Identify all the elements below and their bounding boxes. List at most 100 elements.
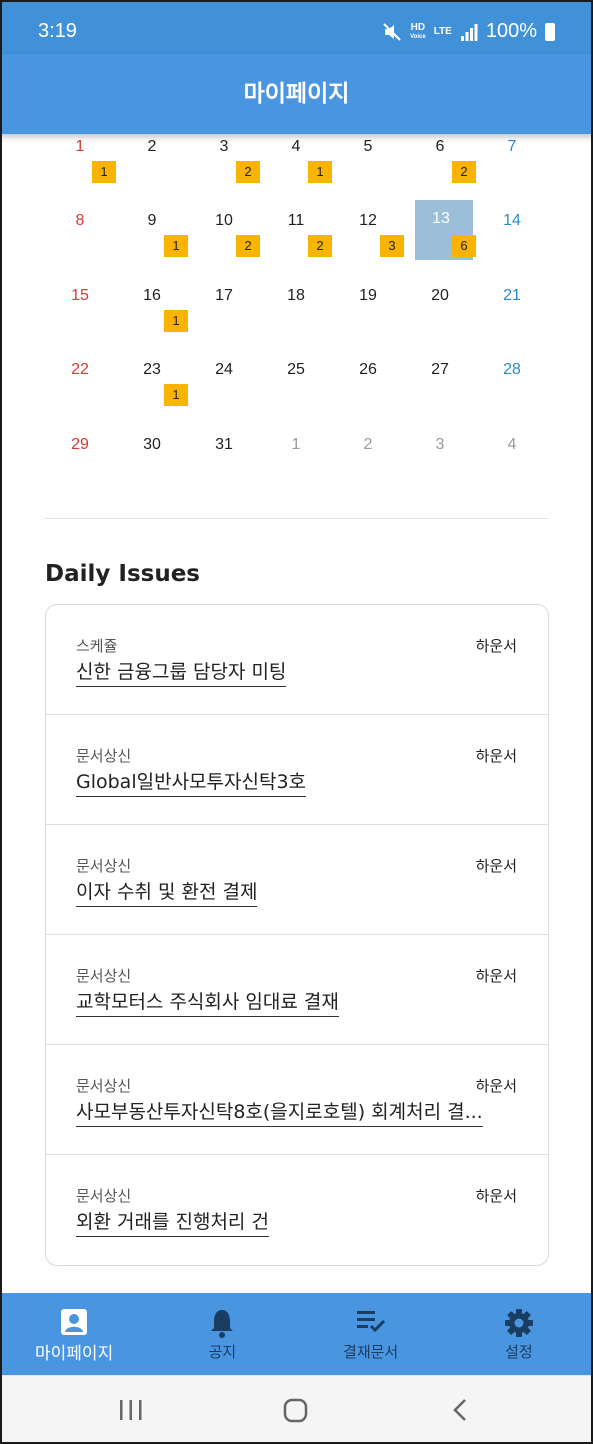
calendar-day[interactable]: 26 [332,357,404,431]
calendar-day-number: 25 [287,361,305,378]
calendar-day[interactable]: 7 [476,134,548,208]
hd-voice-indicator: HD Voice [410,21,426,41]
calendar-day[interactable]: 32 [188,134,260,208]
calendar-day[interactable]: 15 [44,283,116,357]
issue-item[interactable]: 스케쥴 하운서 신한 금융그룹 담당자 미팅 [46,605,548,715]
calendar-day[interactable]: 30 [116,432,188,506]
hd-label: HD [410,21,426,33]
calendar-day[interactable]: 11 [44,134,116,208]
signal-icon [460,23,478,41]
issue-title-link[interactable]: 이자 수취 및 환전 결제 [76,877,258,907]
calendar-day[interactable]: 14 [476,208,548,282]
calendar-day[interactable]: 21 [476,283,548,357]
calendar-day[interactable]: 18 [260,283,332,357]
divider [44,518,549,519]
calendar-day[interactable]: 8 [44,208,116,282]
event-count-badge: 2 [236,161,260,183]
calendar-day[interactable]: 2 [332,432,404,506]
calendar-day[interactable]: 29 [44,432,116,506]
calendar-day[interactable]: 1 [260,432,332,506]
mute-icon [383,22,401,41]
calendar-day[interactable]: 24 [188,357,260,431]
calendar-day[interactable]: 31 [188,432,260,506]
issue-title-link[interactable]: 외환 거래를 진행처리 건 [76,1207,269,1237]
status-icons: HD Voice LTE 100% [382,20,555,43]
calendar-day[interactable]: 91 [116,208,188,282]
calendar-day-number: 2 [363,436,373,453]
recent-apps-icon[interactable] [111,1394,151,1428]
calendar-day-number: 7 [507,138,517,155]
event-count-badge: 6 [452,235,476,257]
calendar-day[interactable]: 10 2 [188,208,260,282]
calendar-day[interactable]: 27 [404,357,476,431]
calendar-day[interactable]: 20 [404,283,476,357]
calendar-day[interactable]: 11 2 [260,208,332,282]
calendar-day[interactable]: 13 6 [404,200,476,282]
calendar-day-number: 26 [359,361,377,378]
event-count-badge: 1 [164,384,188,406]
calendar-day-number: 29 [71,436,89,453]
calendar-day[interactable]: 2 [116,134,188,208]
event-count-badge: 3 [380,235,404,257]
status-time: 3:19 [38,20,77,42]
issue-item[interactable]: 문서상신 하운서 이자 수취 및 환전 결제 [46,825,548,935]
issue-category: 문서상신 [76,967,132,985]
calendar-day[interactable]: 17 [188,283,260,357]
issue-title-link[interactable]: 교학모터스 주식회사 임대료 결재 [76,987,339,1017]
nav-item-mypage[interactable]: 마이페이지 [0,1293,148,1375]
calendar-day[interactable]: 22 [44,357,116,431]
calendar-day[interactable]: 19 [332,283,404,357]
calendar-day-number: 15 [71,287,89,304]
app-header: 마이페이지 [0,54,593,134]
calendar-day-number: 31 [215,436,233,453]
calendar-day-number: 17 [215,287,233,304]
issue-category: 문서상신 [76,1077,132,1095]
calendar-day[interactable]: 4 [476,432,548,506]
calendar-day-number: 27 [431,361,449,378]
calendar-day[interactable]: 28 [476,357,548,431]
calendar-day[interactable]: 23 1 [116,357,188,431]
issue-author: 하운서 [475,967,517,985]
event-count-badge: 1 [92,161,116,183]
issue-item[interactable]: 문서상신 하운서 외환 거래를 진행처리 건 [46,1155,548,1265]
issue-title-link[interactable]: 신한 금융그룹 담당자 미팅 [76,657,287,687]
issue-author: 하운서 [475,857,517,875]
calendar-day[interactable]: 25 [260,357,332,431]
nav-label-approval-docs: 결재문서 [343,1343,399,1361]
calendar-day[interactable]: 41 [260,134,332,208]
daily-issues-list: 스케쥴 하운서 신한 금융그룹 담당자 미팅 문서상신 하운서 Global일반사모투자신… [45,604,549,1266]
calendar-day-number: 3 [219,138,229,155]
calendar-day-number: 30 [143,436,161,453]
nav-item-notice[interactable]: 공지 [148,1293,296,1375]
calendar-day-number: 28 [503,361,521,378]
issue-item[interactable]: 문서상신 하운서 Global일반사모투자신탁3호 [46,715,548,825]
event-count-badge: 2 [236,235,260,257]
nav-item-settings[interactable]: 설정 [445,1293,593,1375]
nav-label-settings: 설정 [505,1343,533,1361]
calendar-day-number: 6 [435,138,445,155]
calendar-day-number: 9 [147,212,157,229]
daily-issues-title: Daily Issues [45,561,200,587]
home-icon[interactable] [276,1394,316,1428]
status-bar: 3:19 HD Voice LTE 100% [0,0,593,54]
calendar-day[interactable]: 16 1 [116,283,188,357]
calendar-day-number: 19 [359,287,377,304]
nav-item-approval-docs[interactable]: 결재문서 [297,1293,445,1375]
issue-title-link[interactable]: Global일반사모투자신탁3호 [76,767,307,797]
back-icon[interactable] [441,1394,481,1428]
issue-title-link[interactable]: 사모부동산투자신탁8호(을지로호텔) 회계처리 결... [76,1097,483,1127]
calendar-day[interactable]: 5 [332,134,404,208]
issue-category: 문서상신 [76,747,132,765]
calendar-day-number: 22 [71,361,89,378]
calendar-day-number: 13 [432,210,450,227]
calendar-day[interactable]: 62 [404,134,476,208]
calendar-day-number: 3 [435,436,445,453]
calendar-grid: 1 1 2 3 2 4 1 5 6 2 7 8 9 1 10 2 11 2 12 3 13 6 14 15 16 1 17 18 19 2… [44,134,550,474]
calendar-day[interactable]: 3 [404,432,476,506]
calendar-day-number: 1 [291,436,301,453]
calendar-day[interactable]: 12 3 [332,208,404,282]
issue-item[interactable]: 문서상신 하운서 사모부동산투자신탁8호(을지로호텔) 회계처리 결... [46,1045,548,1155]
issue-category: 스케쥴 [76,637,118,655]
issue-item[interactable]: 문서상신 하운서교학모터스 주식회사 임대료 결재 [46,935,548,1045]
calendar-day-number: 1 [75,138,85,155]
